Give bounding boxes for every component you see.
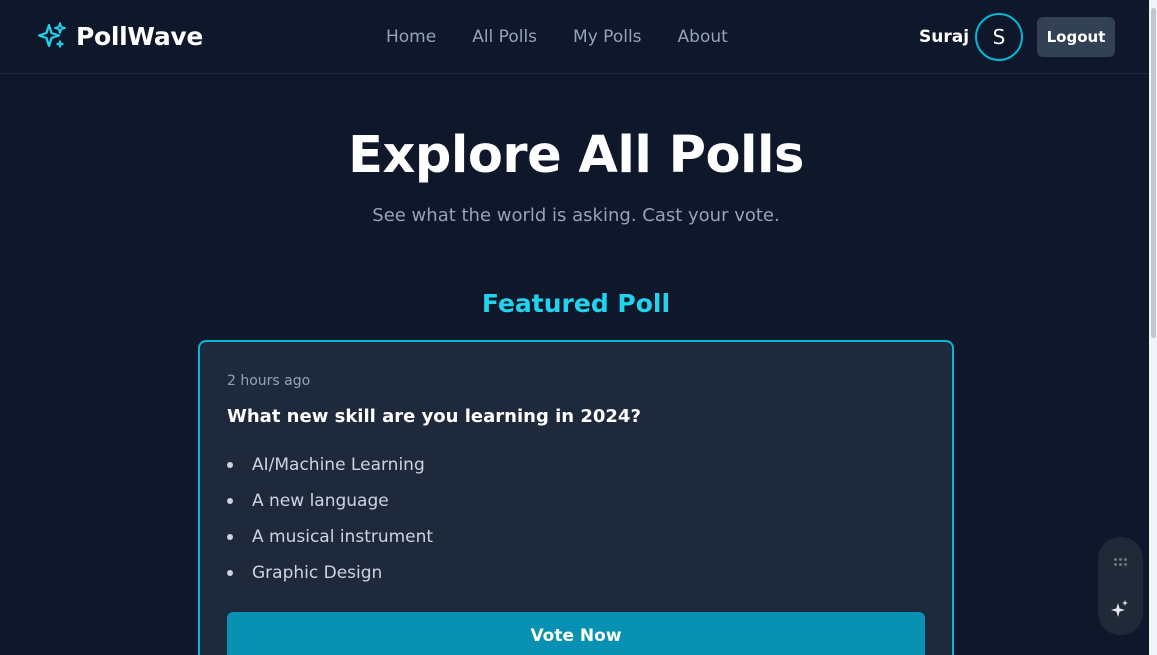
- poll-option: AI/Machine Learning: [227, 454, 433, 490]
- scrollbar[interactable]: [1149, 0, 1157, 655]
- grip-dots-icon[interactable]: [1114, 558, 1128, 570]
- poll-option-label: A musical instrument: [252, 527, 434, 547]
- nav-link-about[interactable]: About: [678, 27, 728, 47]
- poll-option: Graphic Design: [227, 562, 433, 598]
- avatar[interactable]: S: [975, 13, 1023, 61]
- brand-name: PollWave: [76, 21, 204, 51]
- page-subtitle: See what the world is asking. Cast your …: [372, 205, 780, 226]
- poll-question: What new skill are you learning in 2024?: [227, 406, 641, 427]
- poll-timestamp: 2 hours ago: [227, 373, 311, 389]
- featured-heading: Featured Poll: [481, 289, 671, 318]
- main-nav: Home All Polls My Polls About: [386, 27, 764, 47]
- scrollbar-thumb[interactable]: [1151, 8, 1156, 338]
- poll-option-label: AI/Machine Learning: [252, 455, 425, 475]
- nav-link-my-polls[interactable]: My Polls: [573, 27, 641, 47]
- floating-assistant-widget[interactable]: [1098, 537, 1143, 635]
- bullet-icon: [227, 498, 233, 504]
- poll-option-label: A new language: [252, 491, 389, 511]
- navbar: PollWave Home All Polls My Polls About S…: [0, 0, 1149, 74]
- page: PollWave Home All Polls My Polls About S…: [0, 0, 1157, 655]
- poll-option: A musical instrument: [227, 526, 433, 562]
- bullet-icon: [227, 462, 233, 468]
- vote-now-button[interactable]: Vote Now: [227, 612, 925, 655]
- brand-logo[interactable]: PollWave: [37, 21, 203, 51]
- sparkles-icon: [37, 22, 66, 48]
- bullet-icon: [227, 570, 233, 576]
- poll-option: A new language: [227, 490, 433, 526]
- logout-button[interactable]: Logout: [1037, 17, 1115, 57]
- page-title: Explore All Polls: [348, 126, 804, 185]
- featured-poll-card: 2 hours ago What new skill are you learn…: [198, 340, 954, 655]
- bullet-icon: [227, 534, 233, 540]
- sparkle-icon[interactable]: [1110, 599, 1130, 619]
- nav-link-all-polls[interactable]: All Polls: [472, 27, 537, 47]
- nav-link-home[interactable]: Home: [386, 27, 436, 47]
- user-name: Suraj: [919, 27, 970, 47]
- poll-option-label: Graphic Design: [252, 563, 383, 583]
- poll-options-list: AI/Machine Learning A new language A mus…: [227, 454, 433, 598]
